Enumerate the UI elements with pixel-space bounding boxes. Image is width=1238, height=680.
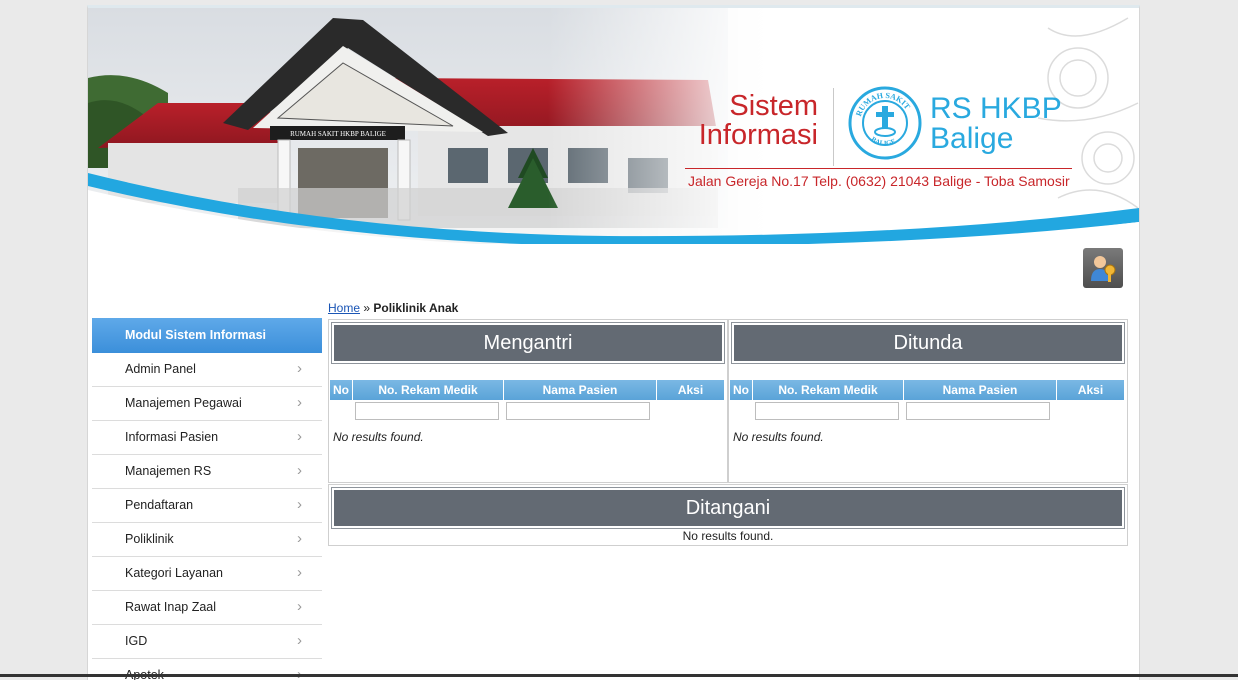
panel-title: Mengantri: [331, 322, 725, 364]
page-container: RUMAH SAKIT HKBP BALIGE Sistem Informasi…: [87, 5, 1140, 680]
sidebar-item-label: Pendaftaran: [125, 498, 194, 512]
filter-row: [330, 400, 724, 422]
header-banner: RUMAH SAKIT HKBP BALIGE Sistem Informasi…: [88, 8, 1139, 244]
mengantri-table: No No. Rekam Medik Nama Pasien Aksi: [330, 380, 724, 422]
sidebar-item-label: Admin Panel: [125, 362, 196, 376]
empty-results-text: No results found.: [682, 529, 774, 543]
sidebar-item-label: Poliklinik: [125, 532, 174, 546]
sidebar-heading[interactable]: Modul Sistem Informasi: [92, 318, 322, 353]
chevron-right-icon: ›: [297, 564, 302, 581]
ditunda-table: No No. Rekam Medik Nama Pasien Aksi: [730, 380, 1124, 422]
chevron-right-icon: ›: [297, 360, 302, 377]
sidebar-menu: Modul Sistem Informasi Admin Panel › Mana…: [92, 318, 322, 680]
panel-ditangani: Ditangani No results found.: [328, 484, 1128, 546]
column-header-nama-pasien[interactable]: Nama Pasien: [503, 380, 657, 400]
chevron-right-icon: ›: [297, 428, 302, 445]
sidebar-item-poliklinik[interactable]: Poliklinik ›: [92, 523, 322, 557]
brand-title-left: Sistem Informasi: [686, 92, 818, 150]
rekam-medik-filter-input[interactable]: [354, 402, 499, 420]
sidebar-item-label: IGD: [125, 634, 148, 648]
brand-left-line2: Informasi: [698, 119, 818, 151]
sidebar-item-kategori-layanan[interactable]: Kategori Layanan ›: [92, 557, 322, 591]
column-header-rekam-medik[interactable]: No. Rekam Medik: [352, 380, 504, 400]
user-account-button[interactable]: [1083, 248, 1123, 288]
hospital-seal-logo: RUMAH SAKIT BALIGE: [848, 86, 922, 160]
sidebar-item-label: Kategori Layanan: [125, 566, 223, 580]
chevron-right-icon: ›: [297, 496, 302, 513]
brand-right-line1: RS HKBP: [930, 92, 1062, 125]
panel-title: Ditunda: [731, 322, 1125, 364]
nama-pasien-filter-input[interactable]: [505, 402, 650, 420]
chevron-right-icon: ›: [297, 530, 302, 547]
chevron-right-icon: ›: [297, 598, 302, 615]
sidebar-item-manajemen-rs[interactable]: Manajemen RS ›: [92, 455, 322, 489]
sidebar-item-igd[interactable]: IGD ›: [92, 625, 322, 659]
brand-divider: [833, 88, 834, 166]
sidebar-item-label: Informasi Pasien: [125, 430, 219, 444]
filter-row: [730, 400, 1124, 422]
sidebar-item-pendaftaran[interactable]: Pendaftaran ›: [92, 489, 322, 523]
chevron-right-icon: ›: [297, 394, 302, 411]
nama-pasien-filter-input[interactable]: [905, 402, 1050, 420]
breadcrumb: Home » Poliklinik Anak: [328, 301, 458, 315]
empty-results-text: No results found.: [733, 430, 824, 444]
panel-ditunda: Ditunda No No. Rekam Medik Nama Pasien A…: [728, 319, 1128, 483]
breadcrumb-separator: »: [363, 301, 371, 315]
sidebar-item-label: Manajemen Pegawai: [125, 396, 242, 410]
chevron-right-icon: ›: [297, 632, 302, 649]
column-header-no[interactable]: No: [730, 380, 753, 400]
sidebar-item-rawat-inap-zaal[interactable]: Rawat Inap Zaal ›: [92, 591, 322, 625]
column-header-no[interactable]: No: [330, 380, 353, 400]
brand-title-right: RS HKBP Balige: [930, 94, 1062, 154]
hospital-address: Jalan Gereja No.17 Telp. (0632) 21043 Ba…: [688, 173, 1070, 189]
empty-results-text: No results found.: [333, 430, 424, 444]
column-header-aksi: Aksi: [656, 380, 724, 400]
panel-title: Ditangani: [331, 487, 1125, 529]
breadcrumb-home-link[interactable]: Home: [328, 301, 360, 315]
brand-underline: [685, 168, 1072, 169]
sidebar-item-manajemen-pegawai[interactable]: Manajemen Pegawai ›: [92, 387, 322, 421]
brand-left-line1: Sistem: [729, 90, 818, 122]
column-header-aksi: Aksi: [1056, 380, 1124, 400]
sidebar-item-admin-panel[interactable]: Admin Panel ›: [92, 353, 322, 387]
column-header-rekam-medik[interactable]: No. Rekam Medik: [752, 380, 904, 400]
user-key-icon: [1091, 256, 1116, 282]
building-sign-text: RUMAH SAKIT HKBP BALIGE: [290, 130, 386, 138]
column-header-nama-pasien[interactable]: Nama Pasien: [903, 380, 1057, 400]
chevron-right-icon: ›: [297, 462, 302, 479]
sidebar-item-informasi-pasien[interactable]: Informasi Pasien ›: [92, 421, 322, 455]
breadcrumb-current: Poliklinik Anak: [373, 301, 459, 315]
panel-mengantri: Mengantri No No. Rekam Medik Nama Pasien…: [328, 319, 728, 483]
sidebar-item-label: Rawat Inap Zaal: [125, 600, 217, 614]
brand-right-line2: Balige: [930, 122, 1014, 155]
rekam-medik-filter-input[interactable]: [754, 402, 899, 420]
sidebar-item-label: Manajemen RS: [125, 464, 212, 478]
